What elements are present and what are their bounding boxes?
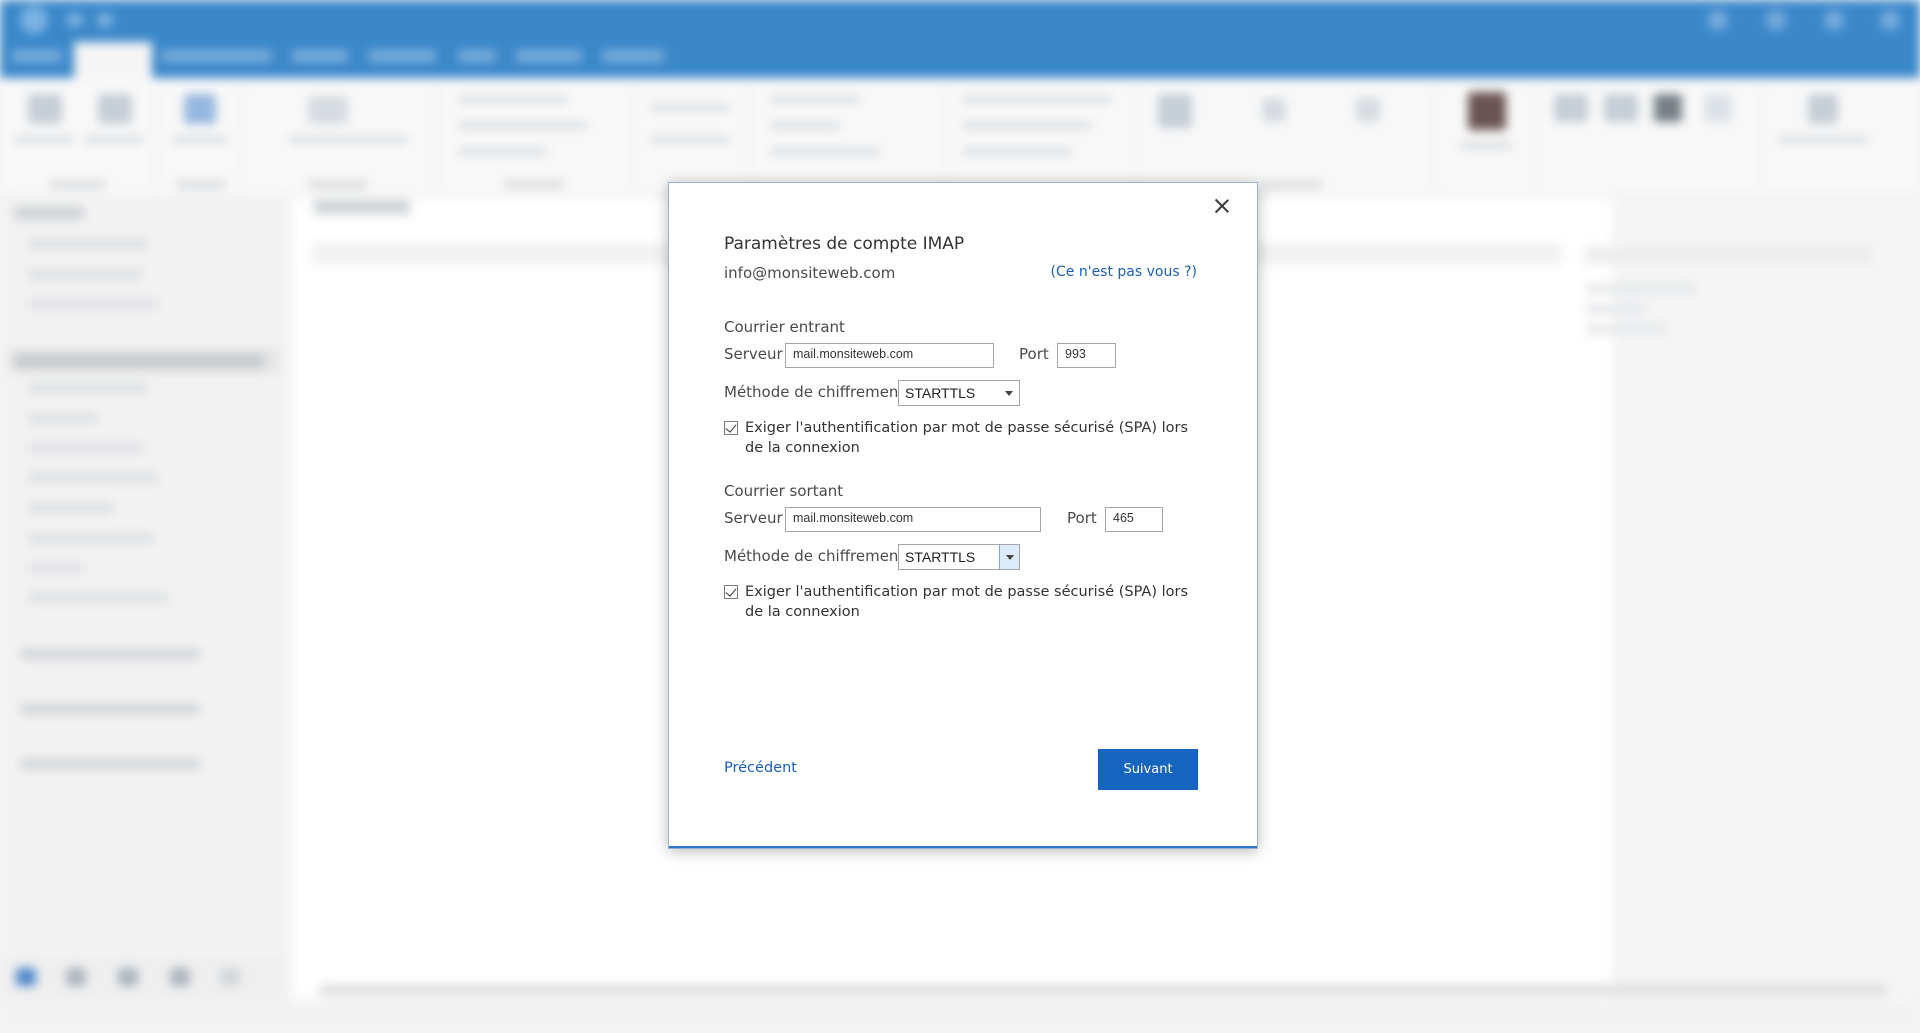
incoming-encryption-label: Méthode de chiffrement bbox=[724, 383, 905, 401]
incoming-server-label: Serveur bbox=[724, 345, 783, 363]
incoming-spa-checkbox[interactable] bbox=[724, 421, 738, 435]
not-you-link[interactable]: (Ce n'est pas vous ?) bbox=[1051, 264, 1197, 280]
account-email: info@monsiteweb.com bbox=[724, 264, 896, 282]
incoming-server-input[interactable]: mail.monsiteweb.com bbox=[785, 343, 994, 368]
outgoing-spa-label: Exiger l'authentification par mot de pas… bbox=[745, 584, 1189, 620]
next-button[interactable]: Suivant bbox=[1098, 749, 1198, 790]
incoming-port-input[interactable]: 993 bbox=[1057, 343, 1116, 368]
incoming-encryption-select[interactable]: STARTTLS bbox=[898, 380, 1020, 406]
outgoing-mail-label: Courrier sortant bbox=[724, 482, 844, 500]
outgoing-encryption-value: STARTTLS bbox=[905, 549, 976, 565]
dialog-title: Paramètres de compte IMAP bbox=[724, 234, 965, 254]
outgoing-encryption-label: Méthode de chiffrement bbox=[724, 547, 905, 565]
outgoing-port-label: Port bbox=[1067, 509, 1097, 527]
incoming-encryption-value: STARTTLS bbox=[905, 385, 976, 401]
chevron-down-icon bbox=[999, 545, 1019, 569]
incoming-port-label: Port bbox=[1019, 345, 1049, 363]
outgoing-encryption-select[interactable]: STARTTLS bbox=[898, 544, 1020, 570]
back-button[interactable]: Précédent bbox=[724, 760, 797, 776]
outgoing-server-input[interactable]: mail.monsiteweb.com bbox=[785, 507, 1041, 532]
incoming-mail-label: Courrier entrant bbox=[724, 318, 845, 336]
close-icon[interactable] bbox=[1209, 193, 1235, 219]
outgoing-spa-checkbox[interactable] bbox=[724, 585, 738, 599]
incoming-spa-label: Exiger l'authentification par mot de pas… bbox=[745, 420, 1189, 456]
chevron-down-icon bbox=[999, 381, 1019, 405]
imap-settings-dialog: Paramètres de compte IMAP info@monsitewe… bbox=[668, 182, 1258, 849]
outgoing-server-label: Serveur bbox=[724, 509, 783, 527]
outgoing-port-input[interactable]: 465 bbox=[1105, 507, 1163, 532]
dialog-bottom-border bbox=[669, 846, 1257, 848]
